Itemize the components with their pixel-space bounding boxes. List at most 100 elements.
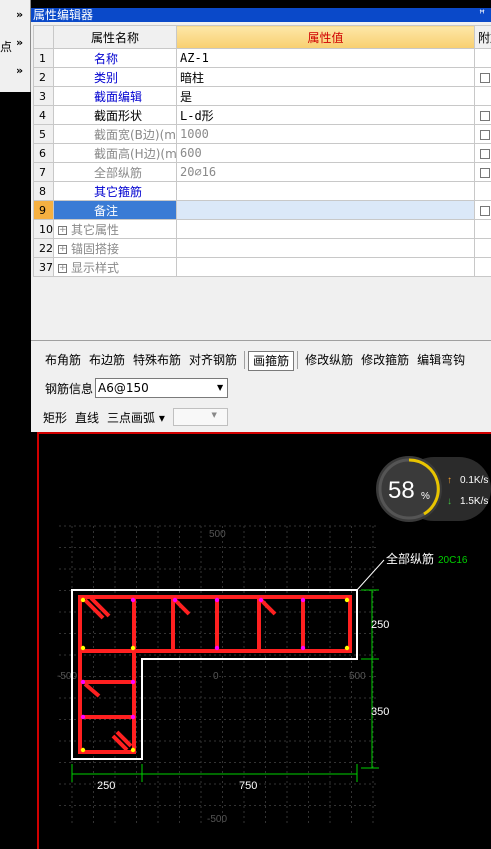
expand-plus-icon[interactable]: +: [58, 263, 67, 273]
draw-arc-button[interactable]: 三点画弧 ▾: [107, 409, 165, 426]
row-number[interactable]: 6: [33, 143, 54, 163]
column-header-value[interactable]: 属性值: [176, 25, 475, 49]
property-name[interactable]: + 其它属性: [53, 219, 177, 239]
property-row[interactable]: 3 截面编辑 是: [33, 86, 491, 106]
row-number[interactable]: 3: [33, 86, 54, 106]
row-number[interactable]: 4: [33, 105, 54, 125]
expand-plus-icon[interactable]: +: [58, 225, 67, 235]
property-extra[interactable]: [474, 219, 491, 239]
tab-1[interactable]: 布边筋: [85, 351, 129, 371]
property-row[interactable]: 5 截面宽(B边)(mm)1000: [33, 124, 491, 144]
property-extra[interactable]: [474, 162, 491, 182]
rebar-point[interactable]: [130, 714, 136, 720]
property-value[interactable]: [176, 219, 475, 239]
callout-label[interactable]: 全部纵筋: [386, 551, 434, 566]
draw-line-button[interactable]: 直线: [75, 409, 99, 426]
dim-right-bottom[interactable]: 350: [371, 706, 389, 718]
property-value[interactable]: [176, 257, 475, 277]
expand-plus-icon[interactable]: +: [58, 244, 67, 254]
property-extra[interactable]: [474, 257, 491, 277]
rebar-point[interactable]: [80, 679, 86, 685]
rebar-point[interactable]: [130, 747, 136, 753]
property-extra[interactable]: [474, 48, 491, 68]
property-extra[interactable]: [474, 86, 491, 106]
rebar-point[interactable]: [80, 714, 86, 720]
property-name[interactable]: 截面形状: [53, 105, 177, 125]
property-row[interactable]: 8 其它箍筋: [33, 181, 491, 201]
checkbox[interactable]: [480, 167, 490, 178]
property-row[interactable]: 7 全部纵筋 20⌀16: [33, 162, 491, 182]
property-extra[interactable]: [474, 67, 491, 87]
property-value[interactable]: 20⌀16: [176, 162, 475, 182]
rebar-point[interactable]: [80, 597, 86, 603]
property-value[interactable]: 是: [176, 86, 475, 106]
tab-4[interactable]: 画箍筋: [248, 351, 295, 371]
property-value[interactable]: [176, 181, 475, 201]
column-header-name[interactable]: 属性名称: [53, 25, 177, 49]
rebar-point[interactable]: [300, 645, 306, 651]
property-extra[interactable]: [474, 143, 491, 163]
rebar-point[interactable]: [80, 645, 86, 651]
property-extra[interactable]: [474, 238, 491, 258]
property-name[interactable]: + 锚固搭接: [53, 238, 177, 258]
checkbox[interactable]: [480, 205, 490, 216]
stirrup-main-vertical[interactable]: [78, 595, 136, 754]
row-number[interactable]: 8: [33, 181, 54, 201]
rebar-point[interactable]: [344, 645, 350, 651]
checkbox[interactable]: [480, 110, 490, 121]
property-row[interactable]: 10 + 其它属性: [33, 219, 491, 239]
property-extra[interactable]: [474, 105, 491, 125]
checkbox[interactable]: [480, 72, 490, 83]
property-name[interactable]: 类别: [53, 67, 177, 87]
property-extra[interactable]: [474, 200, 491, 220]
checkbox[interactable]: [480, 129, 490, 140]
dim-bottom-right[interactable]: 750: [239, 780, 257, 792]
property-name[interactable]: 全部纵筋: [53, 162, 177, 182]
property-row[interactable]: 22 + 锚固搭接: [33, 238, 491, 258]
property-extra[interactable]: [474, 181, 491, 201]
tab-6[interactable]: 修改箍筋: [357, 351, 413, 371]
row-number[interactable]: 7: [33, 162, 54, 182]
property-row[interactable]: 4 截面形状 L-d形: [33, 105, 491, 125]
dim-right-top[interactable]: 250: [371, 619, 389, 631]
rebar-point[interactable]: [344, 597, 350, 603]
row-number[interactable]: 10: [33, 219, 54, 239]
property-name[interactable]: 备注: [53, 200, 177, 220]
column-header-extra[interactable]: 附加: [474, 25, 491, 49]
property-row[interactable]: 1 名称 AZ-1: [33, 48, 491, 68]
row-number[interactable]: 2: [33, 67, 54, 87]
property-name[interactable]: + 显示样式: [53, 257, 177, 277]
rebar-info-select[interactable]: A6@150 ▼: [95, 378, 229, 398]
property-name[interactable]: 名称: [53, 48, 177, 68]
tab-0[interactable]: 布角筋: [41, 351, 85, 371]
network-speed-widget[interactable]: 58 % ↑ 0.1K/s ↓ 1.5K/s: [374, 453, 491, 525]
property-name[interactable]: 截面高(H边)(mm): [53, 143, 177, 163]
dropdown-arrow-icon[interactable]: ▼: [213, 379, 227, 397]
property-name[interactable]: 其它箍筋: [53, 181, 177, 201]
rebar-point[interactable]: [130, 597, 136, 603]
rebar-point[interactable]: [300, 597, 306, 603]
row-number[interactable]: 37: [33, 257, 54, 277]
dim-bottom-left[interactable]: 250: [97, 780, 115, 792]
rebar-point[interactable]: [214, 645, 220, 651]
callout-value[interactable]: 20C16: [438, 555, 468, 566]
expand-chevron-icon[interactable]: »: [16, 8, 23, 21]
property-value[interactable]: 600: [176, 143, 475, 163]
property-name[interactable]: 截面宽(B边)(mm): [53, 124, 177, 144]
rebar-point[interactable]: [214, 597, 220, 603]
tab-5[interactable]: 修改纵筋: [301, 351, 357, 371]
row-number[interactable]: 5: [33, 124, 54, 144]
draw-option-select[interactable]: ▼: [172, 408, 228, 426]
property-value[interactable]: 暗柱: [176, 67, 475, 87]
property-value[interactable]: AZ-1: [176, 48, 475, 68]
checkbox[interactable]: [480, 148, 490, 159]
dropdown-arrow-icon[interactable]: ▼: [212, 411, 217, 419]
expand-chevron-icon[interactable]: »: [16, 64, 23, 77]
property-row[interactable]: 37 + 显示样式: [33, 257, 491, 277]
row-number[interactable]: 22: [33, 238, 54, 258]
rebar-point[interactable]: [130, 645, 136, 651]
row-number[interactable]: 9: [33, 200, 54, 220]
property-row[interactable]: 6 截面高(H边)(mm)600: [33, 143, 491, 163]
pin-icon[interactable]: ꟸ: [479, 8, 485, 22]
property-value[interactable]: [176, 200, 475, 220]
